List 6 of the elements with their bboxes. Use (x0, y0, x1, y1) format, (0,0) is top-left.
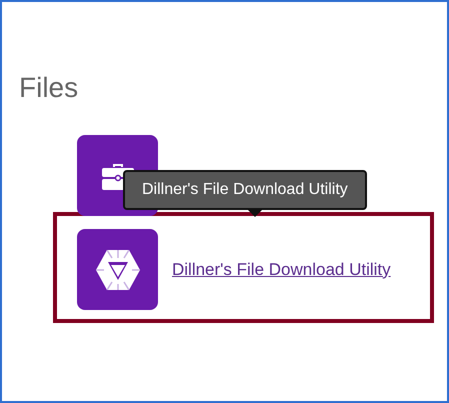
gem-icon (96, 250, 140, 290)
tooltip-pointer-icon (248, 210, 262, 218)
tooltip: Dillner's File Download Utility (123, 170, 367, 210)
app-tile[interactable] (77, 229, 158, 310)
section-heading: Files (18, 71, 80, 105)
file-link[interactable]: Dillner's File Download Utility (172, 260, 391, 280)
